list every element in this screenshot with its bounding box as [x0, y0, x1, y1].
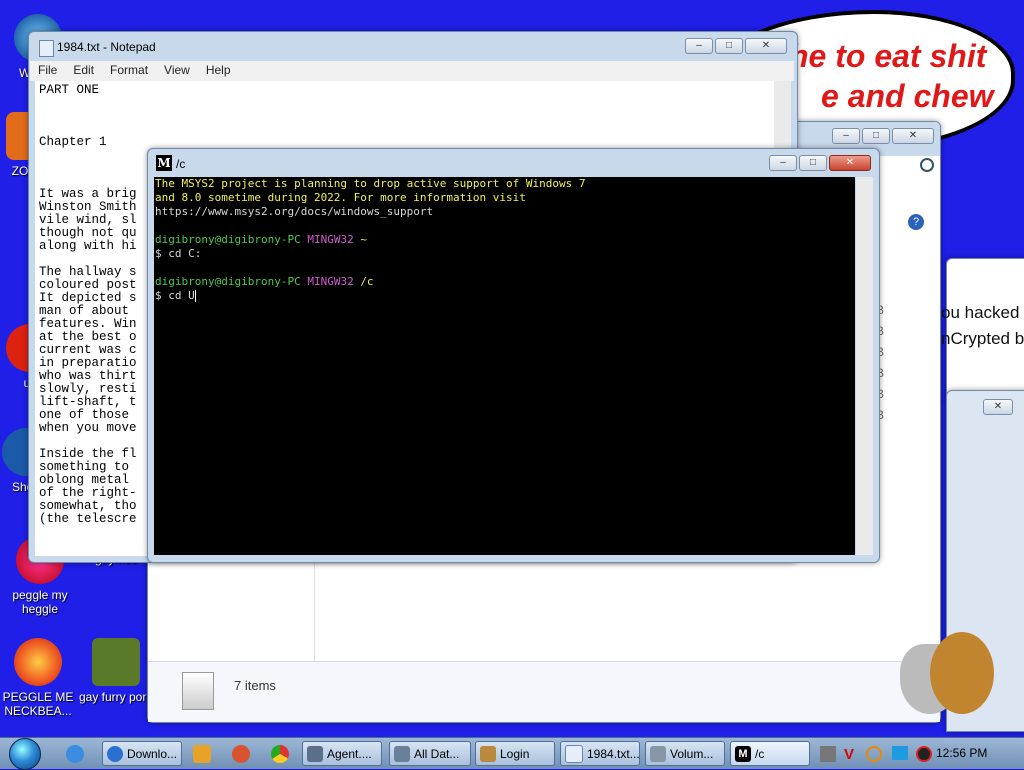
terminal-screen[interactable]: The MSYS2 project is planning to drop ac…	[154, 177, 855, 555]
taskbar-label: Downlo...	[127, 746, 178, 761]
notepad-icon	[565, 744, 583, 763]
desktop-icon-peggle-me[interactable]: PEGGLE ME NECKBEA...	[0, 638, 76, 718]
tray-icon[interactable]	[892, 746, 908, 760]
taskbar-item-agent[interactable]: Agent....	[302, 741, 382, 766]
close-button[interactable]: ✕	[983, 399, 1013, 415]
command-input[interactable]: $ cd U	[155, 289, 195, 302]
menu-bar: File Edit Format View Help	[30, 61, 794, 81]
close-button[interactable]: ✕	[829, 155, 871, 171]
msys2-icon: M	[156, 155, 172, 171]
taskbar-label: Volum...	[670, 746, 714, 761]
command-line: $ cd C:	[155, 247, 202, 260]
terminal-window[interactable]: M /c – □ ✕ The MSYS2 project is planning…	[147, 148, 880, 563]
tray-icon[interactable]: V	[844, 746, 860, 763]
desktop-icon-label: PEGGLE ME NECKBEA...	[2, 690, 74, 718]
user-icon	[480, 745, 496, 762]
app-icon[interactable]	[232, 745, 250, 763]
taskbar-label: All Dat...	[414, 746, 460, 761]
tray-icon[interactable]	[820, 746, 836, 762]
taskbar-label: /c	[755, 746, 765, 761]
browser-icon	[107, 745, 123, 762]
minimize-button[interactable]: –	[832, 128, 860, 144]
text-line	[39, 123, 774, 136]
maximize-button[interactable]: □	[715, 38, 743, 54]
start-button[interactable]	[4, 738, 46, 770]
window-icon	[394, 745, 410, 762]
chrome-icon[interactable]	[271, 745, 289, 763]
prompt-env: MINGW32	[307, 233, 354, 246]
prompt-user: digibrony@digibrony-PC	[155, 275, 301, 288]
windows-logo-icon	[9, 738, 41, 770]
maximize-button[interactable]: □	[799, 155, 827, 171]
ransom-window[interactable]: ou hacked nCrypted b	[941, 258, 1024, 400]
tray-icon[interactable]	[916, 746, 932, 762]
close-button[interactable]: ✕	[892, 128, 934, 144]
desktop-icon-gay-furry[interactable]: gay furry porn	[78, 638, 154, 704]
taskbar-item-login[interactable]: Login	[475, 741, 555, 766]
taskbar-label: Agent....	[327, 746, 372, 761]
window-title: 1984.txt - Notepad	[57, 40, 156, 54]
item-count: 7 items	[234, 678, 276, 693]
search-icon[interactable]	[920, 158, 934, 172]
taskbar-label: Login	[500, 746, 530, 761]
menu-file[interactable]: File	[30, 61, 65, 81]
window-icon	[650, 745, 666, 762]
taskbar-item-alldat[interactable]: All Dat...	[389, 741, 471, 766]
desktop-icon-label: gay furry porn	[78, 690, 154, 704]
window-icon	[307, 745, 323, 762]
close-button[interactable]: ✕	[745, 38, 787, 54]
text-cursor	[194, 290, 196, 302]
notepad-icon	[39, 40, 54, 57]
maximize-button[interactable]: □	[862, 128, 890, 144]
media-player-icon[interactable]	[193, 745, 211, 763]
menu-format[interactable]: Format	[102, 61, 156, 81]
bubble-line: he to eat shit	[789, 38, 987, 74]
notice-line: and 8.0 sometime during 2022. For more i…	[155, 191, 526, 204]
status-bar: 7 items	[148, 661, 940, 722]
ie-icon[interactable]	[66, 745, 84, 763]
help-icon[interactable]: ?	[908, 214, 924, 230]
taskbar-label: 1984.txt...	[587, 746, 640, 761]
taskbar-item-downloads[interactable]: Downlo...	[102, 741, 182, 766]
ransom-text: ou hacked	[941, 303, 1020, 322]
text-line: PART ONE	[39, 83, 100, 97]
taskbar: Downlo... Agent.... All Dat... Login 198…	[0, 737, 1024, 770]
ransom-text: nCrypted b	[941, 329, 1024, 348]
prompt-user: digibrony@digibrony-PC	[155, 233, 301, 246]
system-tray: V	[814, 738, 1024, 769]
window-title: /c	[176, 157, 186, 171]
bubble-line: e and chew	[821, 78, 994, 114]
text-line	[39, 110, 774, 123]
menu-view[interactable]: View	[156, 61, 198, 81]
prompt-path: ~	[360, 233, 367, 246]
text-line	[39, 97, 774, 110]
folder-icon	[182, 672, 214, 710]
msys2-icon: M	[735, 745, 751, 762]
prompt-path: /c	[360, 275, 374, 288]
prompt-env: MINGW32	[307, 275, 354, 288]
taskbar-item-terminal[interactable]: M/c	[730, 741, 810, 766]
notice-line: The MSYS2 project is planning to drop ac…	[155, 177, 586, 190]
hamster-image	[900, 632, 1000, 718]
menu-help[interactable]: Help	[198, 61, 239, 81]
menu-edit[interactable]: Edit	[65, 61, 102, 81]
minimize-button[interactable]: –	[685, 38, 713, 54]
box-icon	[92, 638, 140, 686]
minimize-button[interactable]: –	[769, 155, 797, 171]
notice-line: https://www.msys2.org/docs/windows_suppo…	[155, 205, 434, 218]
taskbar-item-volume[interactable]: Volum...	[645, 741, 725, 766]
desktop-icon-label: peggle my heggle	[12, 588, 68, 616]
clock: 12:56 PM	[936, 746, 988, 760]
peggle-icon	[14, 638, 62, 686]
scrollbar[interactable]	[856, 177, 873, 555]
tray-icon[interactable]	[866, 746, 882, 762]
taskbar-item-notepad[interactable]: 1984.txt...	[560, 741, 640, 766]
